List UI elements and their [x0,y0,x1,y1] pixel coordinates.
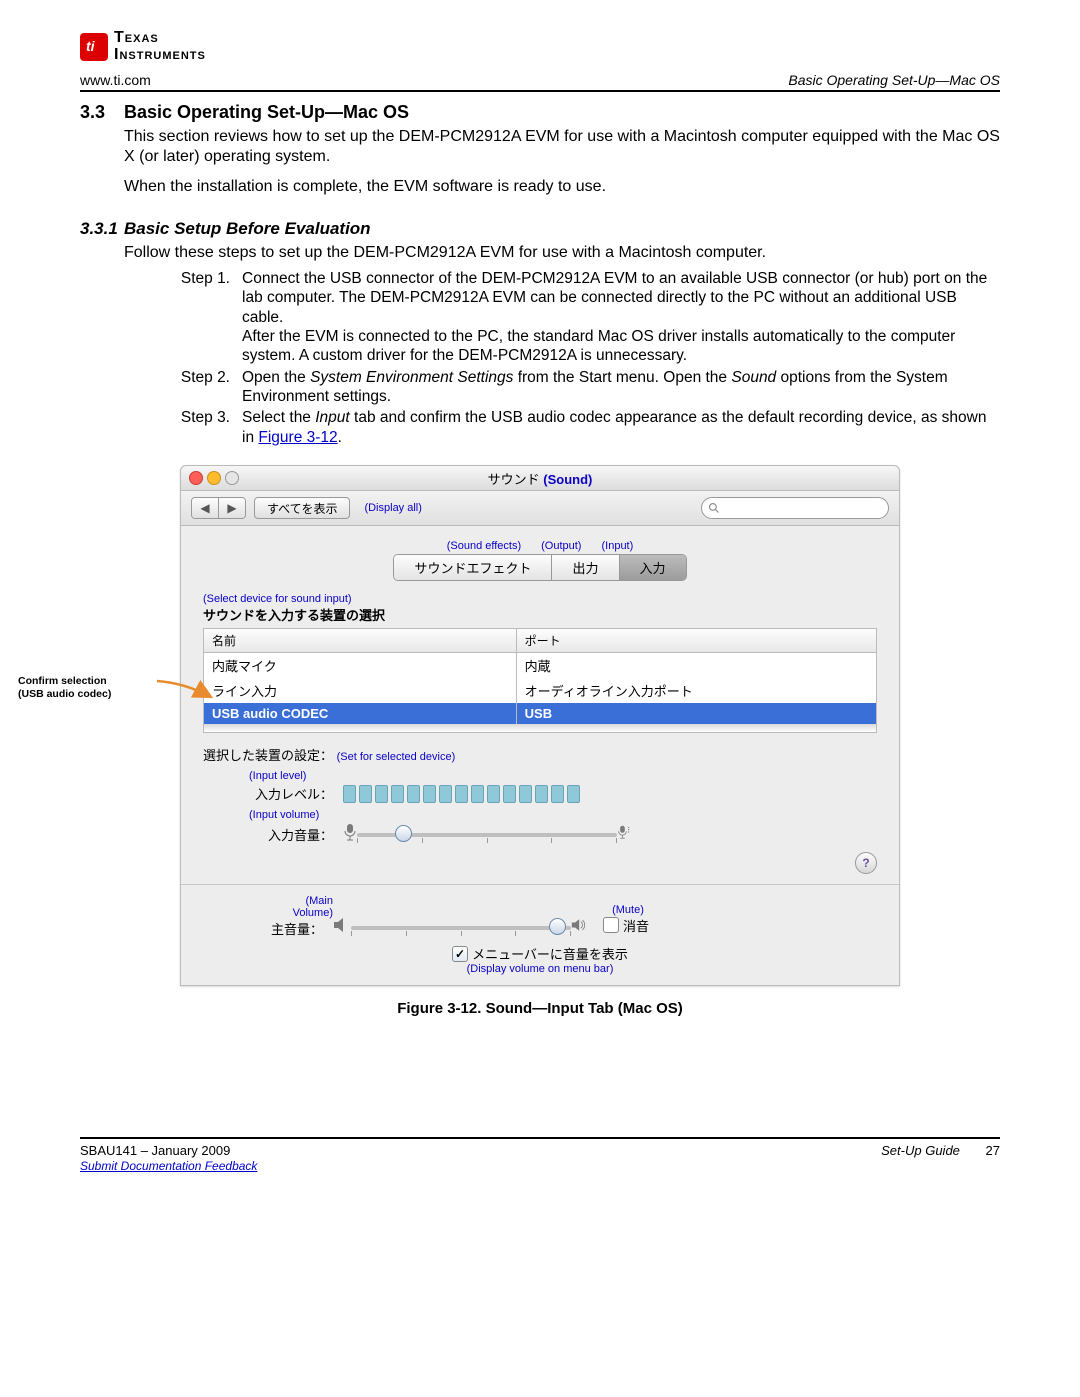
mute-checkbox[interactable]: 消音 [603,916,649,935]
tab-sound-effects[interactable]: サウンドエフェクト [394,555,551,580]
figure-link[interactable]: Figure 3-12 [258,429,337,446]
main-volume-label: 主音量： [203,919,333,938]
mic-low-icon [343,823,357,846]
step-1-text-a: Connect the USB connector of the DEM-PCM… [242,270,987,326]
window-title: サウンド (Sound) [181,469,899,488]
tabs-translation: (Sound effects)(Output)(Input) [203,540,877,552]
step-1-label: Step 1. [160,269,242,366]
footer-pageno: 27 [986,1143,1000,1158]
section-number: 3.3 [80,102,124,123]
figure-caption: Figure 3-12. Sound—Input Tab (Mac OS) [180,1000,900,1017]
column-port[interactable]: ポート [517,629,876,652]
speaker-high-icon [571,917,589,938]
back-button[interactable]: ◀ [192,498,218,518]
header-section-title: Basic Operating Set-Up—Mac OS [788,72,1000,88]
menubar-translation: (Display volume on menu bar) [203,963,877,975]
input-volume-translation: (Input volume) [249,809,877,821]
logo-text-bottom: Instruments [114,47,206,64]
search-icon [708,502,720,514]
callout-label: Confirm selection(USB audio codec) [18,675,158,700]
ti-logo-mark [80,33,108,61]
tab-input[interactable]: 入力 [619,555,686,580]
device-row-selected[interactable]: USB audio CODEC USB [204,703,876,724]
footer-docid: SBAU141 – January 2009 [80,1143,230,1158]
subsection-number: 3.3.1 [80,219,124,239]
column-name[interactable]: 名前 [204,629,517,652]
show-all-translation: (Display all) [364,502,421,514]
input-volume-label: 入力音量： [203,825,343,844]
step-3-label: Step 3. [160,408,242,447]
show-volume-menubar-checkbox[interactable]: メニューバーに音量を表示 [452,944,628,963]
footer-title: Set-Up Guide [881,1143,960,1158]
input-level-label: 入力レベル： [203,784,343,803]
subsection-title: Basic Setup Before Evaluation [124,219,371,239]
subsection-intro: Follow these steps to set up the DEM-PCM… [124,243,1000,263]
ti-logo: Texas Instruments [80,30,1000,66]
input-level-meter [343,785,580,803]
section-para-2: When the installation is complete, the E… [124,177,1000,197]
section-title: Basic Operating Set-Up—Mac OS [124,102,409,123]
callout-arrow-icon [155,677,215,701]
feedback-link[interactable]: Submit Documentation Feedback [80,1159,257,1173]
step-1-text-b: After the EVM is connected to the PC, th… [242,328,955,364]
device-row[interactable]: 内蔵マイク 内蔵 [204,653,876,678]
search-input[interactable] [701,497,889,519]
mic-high-icon [617,823,631,846]
show-all-button[interactable]: すべてを表示 [254,497,350,519]
settings-for-device: 選択した装置の設定： (Set for selected device) [203,745,877,764]
forward-button[interactable]: ▶ [218,498,245,518]
select-device-label: サウンドを入力する装置の選択 [203,605,877,624]
device-row[interactable]: ライン入力 オーディオライン入力ポート [204,678,876,703]
select-device-translation: (Select device for sound input) [203,593,877,605]
device-list: 名前 ポート 内蔵マイク 内蔵 ライン入力 オーディオライン入力ポート USB … [203,628,877,733]
logo-text-top: Texas [114,30,206,47]
input-volume-slider[interactable] [357,825,617,845]
step-2-label: Step 2. [160,368,242,407]
header-url[interactable]: www.ti.com [80,72,151,88]
tab-output[interactable]: 出力 [551,555,618,580]
help-button[interactable]: ? [855,852,877,874]
input-level-translation: (Input level) [249,770,877,782]
mute-translation: (Mute) [603,904,653,916]
main-volume-translation: (MainVolume) [203,895,333,919]
speaker-low-icon [333,917,351,938]
main-volume-slider[interactable] [351,918,571,938]
section-para-1: This section reviews how to set up the D… [124,127,1000,167]
mac-sound-window: サウンド (Sound) ◀ ▶ すべてを表示 (Display all) (S… [180,465,900,986]
